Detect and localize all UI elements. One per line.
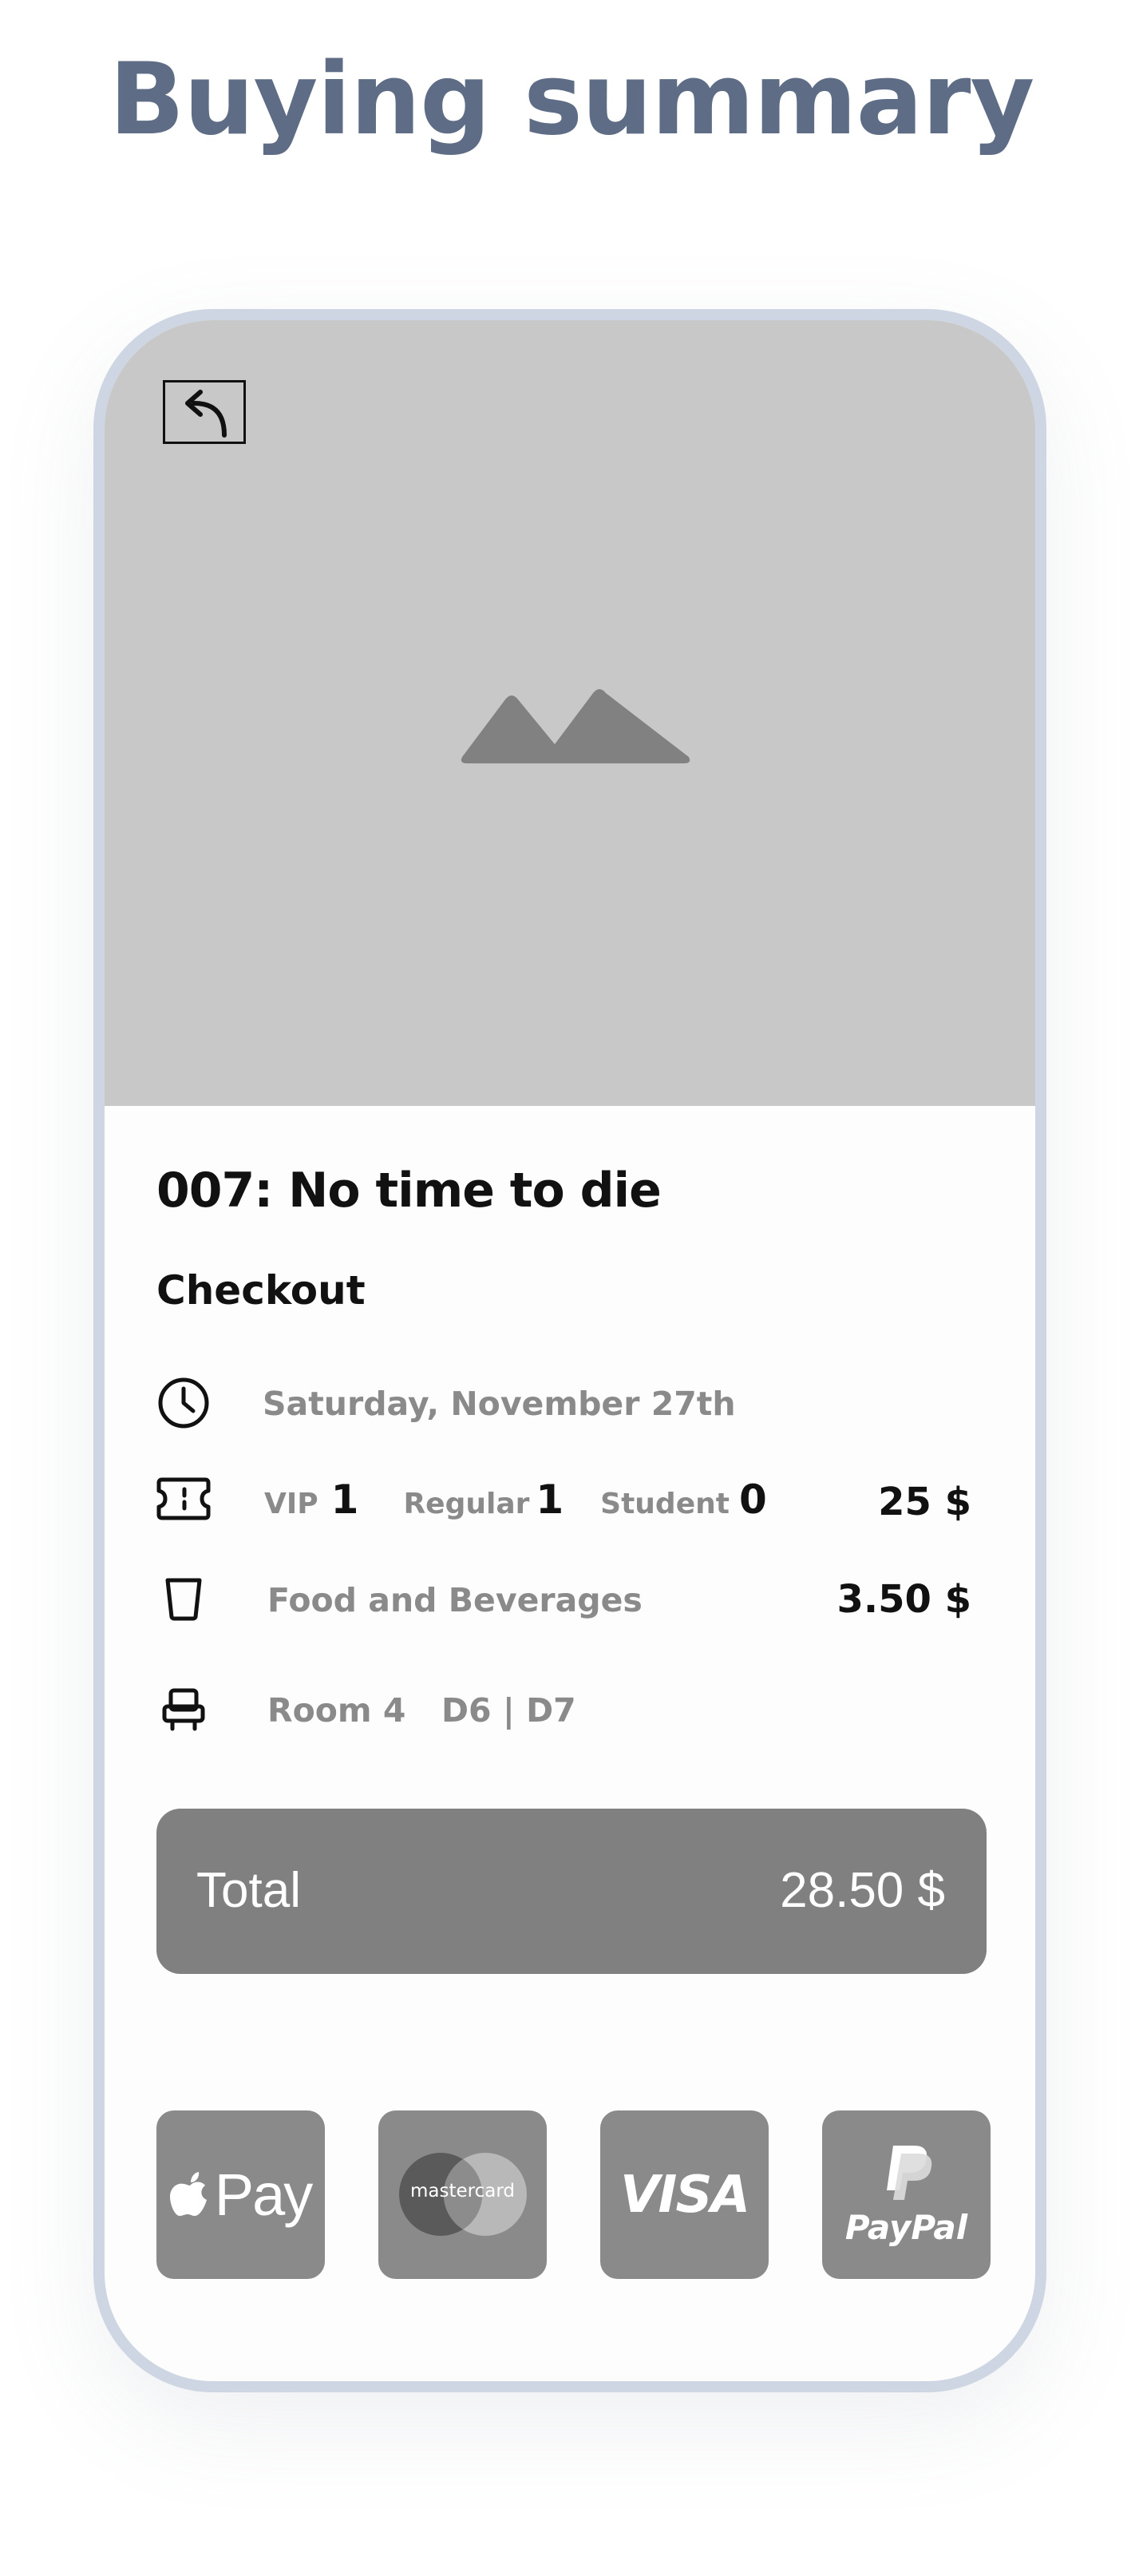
paypal-label: PayPal bbox=[844, 2208, 968, 2247]
cup-icon bbox=[155, 1571, 212, 1628]
page-title: Buying summary bbox=[109, 42, 1035, 157]
total-label: Total bbox=[196, 1863, 301, 1918]
mastercard-button[interactable]: mastercard bbox=[378, 2110, 547, 2279]
seat-icon bbox=[155, 1681, 212, 1738]
back-arrow-icon bbox=[185, 390, 227, 438]
hero-image bbox=[105, 320, 1035, 1106]
room-label: Room 4 bbox=[267, 1691, 406, 1730]
ticket-icon bbox=[155, 1470, 212, 1528]
visa-label: VISA bbox=[620, 2165, 750, 2225]
apple-pay-button[interactable]: Pay bbox=[156, 2110, 325, 2279]
paypal-button[interactable]: PayPal bbox=[822, 2110, 991, 2279]
food-label: Food and Beverages bbox=[267, 1581, 643, 1619]
tickets-price: 25 $ bbox=[878, 1480, 971, 1524]
seat-numbers: D6 | D7 bbox=[441, 1691, 576, 1730]
vip-label: VIP bbox=[264, 1488, 318, 1520]
visa-button[interactable]: VISA bbox=[600, 2110, 769, 2279]
apple-pay-label: Pay bbox=[214, 2161, 314, 2228]
clock-icon bbox=[155, 1374, 212, 1432]
vip-count: 1 bbox=[330, 1476, 359, 1523]
total-value: 28.50 $ bbox=[780, 1863, 945, 1918]
image-placeholder-icon bbox=[461, 689, 690, 763]
total-bar: Total 28.50 $ bbox=[156, 1809, 987, 1974]
mastercard-label: mastercard bbox=[410, 2181, 515, 2201]
showtime-date: Saturday, November 27th bbox=[263, 1385, 736, 1423]
ticket-counts: VIP 1 Regular 1 Student 0 bbox=[264, 1476, 767, 1524]
student-count: 0 bbox=[738, 1476, 767, 1523]
apple-logo-icon bbox=[169, 2171, 207, 2216]
paypal-logo-icon bbox=[886, 2146, 931, 2200]
movie-title: 007: No time to die bbox=[156, 1163, 662, 1219]
regular-count: 1 bbox=[536, 1476, 564, 1523]
student-label: Student bbox=[600, 1488, 730, 1520]
phone-frame: 007: No time to die Checkout Saturday, N… bbox=[93, 309, 1046, 2392]
food-price: 3.50 $ bbox=[836, 1577, 971, 1622]
back-button[interactable] bbox=[163, 380, 246, 444]
section-title: Checkout bbox=[156, 1267, 366, 1314]
regular-label: Regular bbox=[403, 1488, 530, 1520]
